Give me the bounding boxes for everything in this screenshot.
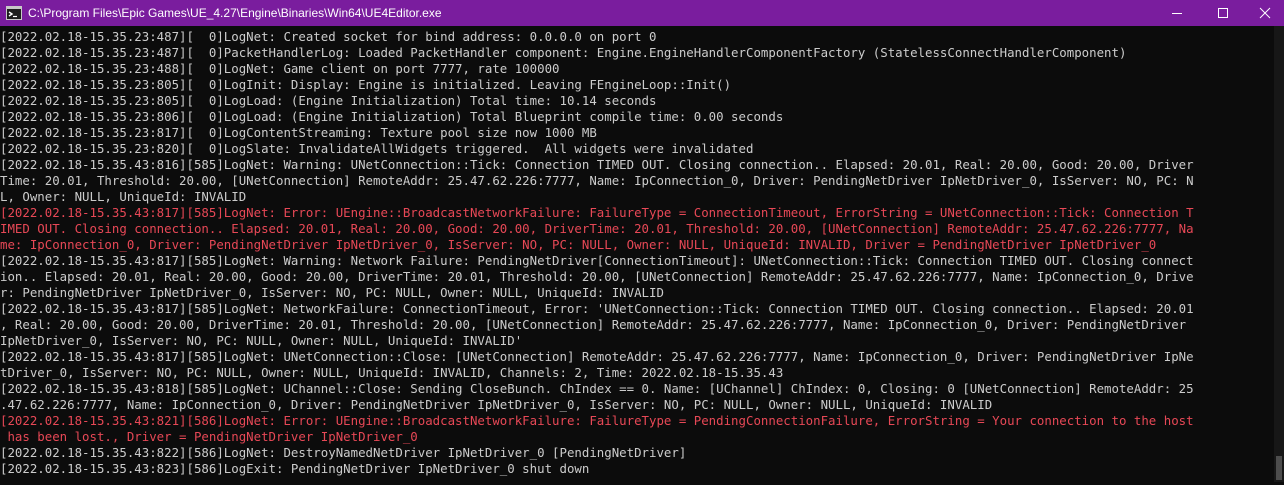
- log-line-warning: r: PendingNetDriver IpNetDriver_0, IsSer…: [0, 285, 664, 300]
- scrollbar-thumb[interactable]: [1276, 456, 1282, 480]
- log-line: [2022.02.18-15.35.23:820][ 0]LogSlate: I…: [0, 141, 754, 156]
- log-line: [2022.02.18-15.35.23:805][ 0]LogLoad: (E…: [0, 93, 657, 108]
- window-title: C:\Program Files\Epic Games\UE_4.27\Engi…: [28, 6, 442, 20]
- log-line: [2022.02.18-15.35.23:817][ 0]LogContentS…: [0, 125, 597, 140]
- log-line: [2022.02.18-15.35.23:488][ 0]LogNet: Gam…: [0, 61, 560, 76]
- log-line: [2022.02.18-15.35.43:823][586]LogExit: P…: [0, 461, 590, 476]
- close-button[interactable]: [1246, 0, 1284, 26]
- log-line: [2022.02.18-15.35.23:487][ 0]PacketHandl…: [0, 45, 1127, 60]
- console-icon: [6, 5, 22, 21]
- log-line: [2022.02.18-15.35.23:805][ 0]LogInit: Di…: [0, 77, 732, 92]
- log-line: [2022.02.18-15.35.43:818][585]LogNet: UC…: [0, 381, 1194, 396]
- console-output[interactable]: [2022.02.18-15.35.23:487][ 0]LogNet: Cre…: [0, 26, 1274, 485]
- log-line-error: has been lost., Driver = PendingNetDrive…: [0, 429, 418, 444]
- log-line: [2022.02.18-15.35.23:487][ 0]LogNet: Cre…: [0, 29, 657, 44]
- log-line: , Real: 20.00, Good: 20.00, DriverTime: …: [0, 317, 1187, 332]
- log-line: [2022.02.18-15.35.23:806][ 0]LogLoad: (E…: [0, 109, 784, 124]
- log-line-warning: ion.. Elapsed: 20.01, Real: 20.00, Good:…: [0, 269, 1194, 284]
- log-line-warning: Time: 20.01, Threshold: 20.00, [UNetConn…: [0, 173, 1194, 188]
- log-line: [2022.02.18-15.35.43:817][585]LogNet: Ne…: [0, 301, 1194, 316]
- close-icon: [1259, 7, 1271, 19]
- log-line: [2022.02.18-15.35.43:817][585]LogNet: UN…: [0, 349, 1194, 364]
- maximize-icon: [1218, 8, 1228, 18]
- vertical-scrollbar[interactable]: [1274, 26, 1284, 482]
- log-line-error: [2022.02.18-15.35.43:821][586]LogNet: Er…: [0, 413, 1194, 428]
- minimize-icon: [1172, 13, 1182, 14]
- minimize-button[interactable]: [1154, 0, 1200, 26]
- log-line-error: [2022.02.18-15.35.43:817][585]LogNet: Er…: [0, 205, 1194, 220]
- log-line: IpNetDriver_0, IsServer: NO, PC: NULL, O…: [0, 333, 523, 348]
- maximize-button[interactable]: [1200, 0, 1246, 26]
- log-line: .47.62.226:7777, Name: IpConnection_0, D…: [0, 397, 993, 412]
- log-line: [2022.02.18-15.35.43:822][586]LogNet: De…: [0, 445, 687, 460]
- title-bar[interactable]: C:\Program Files\Epic Games\UE_4.27\Engi…: [0, 0, 1284, 26]
- log-line-error: me: IpConnection_0, Driver: PendingNetDr…: [0, 237, 1157, 252]
- log-line: tDriver_0, IsServer: NO, PC: NULL, Owner…: [0, 365, 784, 380]
- log-line-warning: [2022.02.18-15.35.43:817][585]LogNet: Wa…: [0, 253, 1194, 268]
- log-line-warning: [2022.02.18-15.35.43:816][585]LogNet: Wa…: [0, 157, 1194, 172]
- log-line-warning: L, Owner: NULL, UniqueId: INVALID: [0, 189, 247, 204]
- log-line-error: IMED OUT. Closing connection.. Elapsed: …: [0, 221, 1194, 236]
